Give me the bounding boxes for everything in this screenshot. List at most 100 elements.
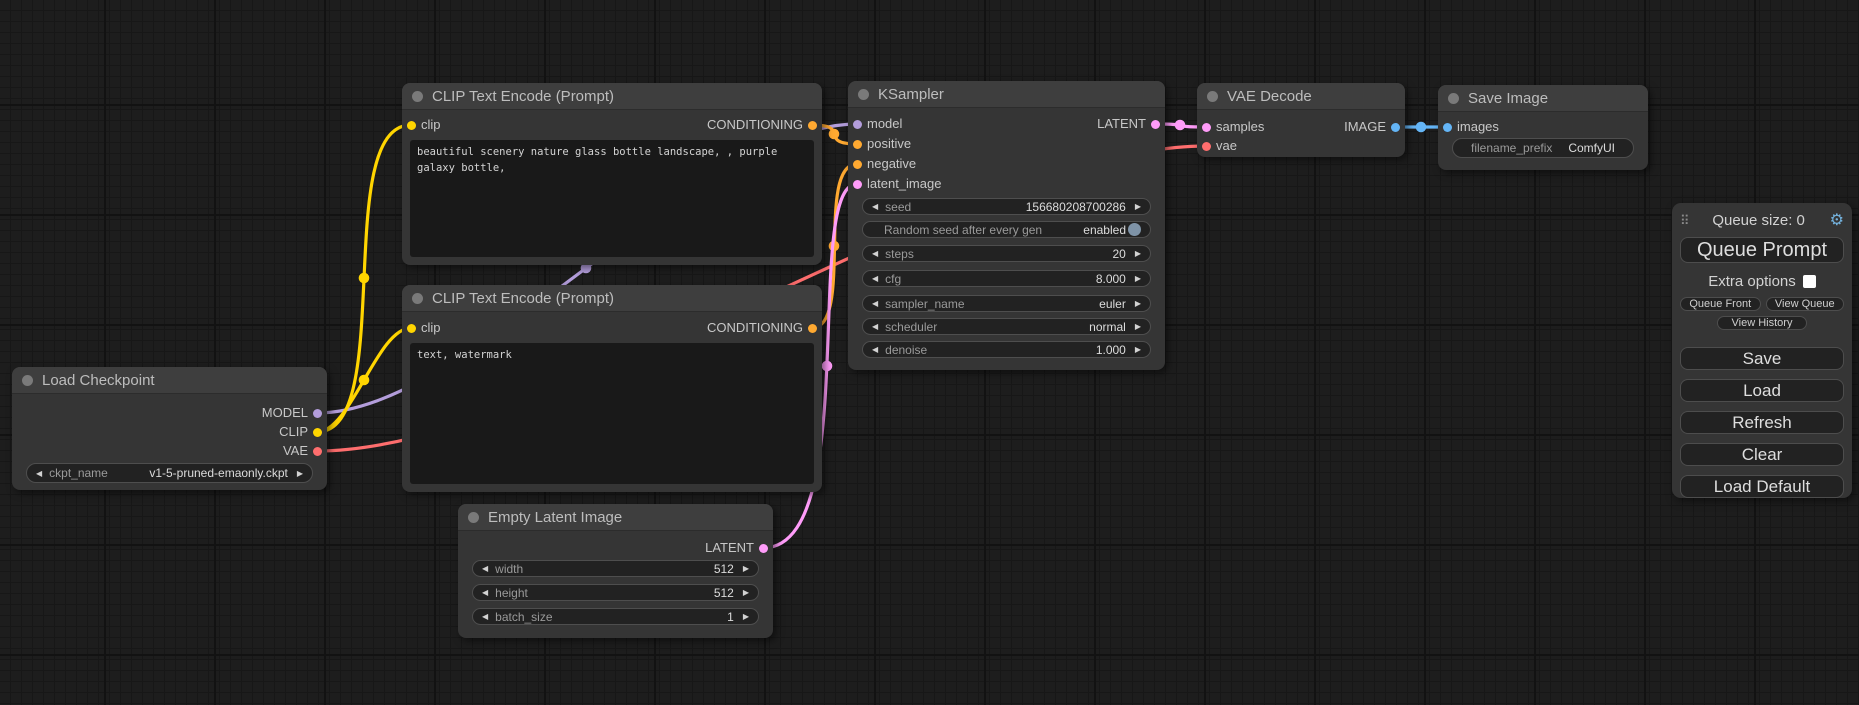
node-clip-text-encode-negative[interactable]: CLIP Text Encode (Prompt) clip CONDITIONIN… xyxy=(402,285,822,492)
input-slot-dot[interactable] xyxy=(1202,142,1211,151)
input-slot-samples[interactable]: samples xyxy=(1197,118,1264,136)
queue-front-button[interactable]: Queue Front xyxy=(1680,297,1761,311)
widget-steps[interactable]: ◀steps20▶ xyxy=(862,245,1151,262)
drag-handle-icon[interactable]: ⠿ xyxy=(1680,213,1688,229)
output-slot-dot[interactable] xyxy=(1391,123,1400,132)
decrement-arrow-icon[interactable]: ◀ xyxy=(872,249,878,258)
output-slot-image[interactable]: IMAGE xyxy=(1344,118,1405,136)
widget-scheduler[interactable]: ◀schedulernormal▶ xyxy=(862,318,1151,335)
widget-height[interactable]: ◀height512▶ xyxy=(472,584,759,601)
widget-batch_size[interactable]: ◀batch_size1▶ xyxy=(472,608,759,625)
clear-button[interactable]: Clear xyxy=(1680,443,1844,466)
input-slot-negative[interactable]: negative xyxy=(848,155,916,173)
increment-arrow-icon[interactable]: ▶ xyxy=(743,564,749,573)
widget-seed[interactable]: ◀seed156680208700286▶ xyxy=(862,198,1151,215)
input-slot-dot[interactable] xyxy=(407,121,416,130)
decrement-arrow-icon[interactable]: ◀ xyxy=(872,274,878,283)
input-slot-images[interactable]: images xyxy=(1438,118,1499,136)
output-slot-dot[interactable] xyxy=(313,409,322,418)
input-slot-dot[interactable] xyxy=(853,140,862,149)
extra-options-checkbox[interactable] xyxy=(1803,275,1816,288)
refresh-button[interactable]: Refresh xyxy=(1680,411,1844,434)
node-title-bar[interactable]: VAE Decode xyxy=(1197,83,1405,110)
input-slot-dot[interactable] xyxy=(407,324,416,333)
save-button[interactable]: Save xyxy=(1680,347,1844,370)
output-slot-latent[interactable]: LATENT xyxy=(705,539,773,557)
output-slot-dot[interactable] xyxy=(313,428,322,437)
output-slot-model[interactable]: MODEL xyxy=(262,404,327,422)
input-slot-dot[interactable] xyxy=(853,180,862,189)
output-slot-dot[interactable] xyxy=(1151,120,1160,129)
link-midpoint-dot[interactable] xyxy=(829,129,840,140)
node-title-bar[interactable]: Load Checkpoint xyxy=(12,367,327,394)
input-slot-clip[interactable]: clip xyxy=(402,319,441,337)
output-slot-latent[interactable]: LATENT xyxy=(1097,115,1165,133)
input-slot-dot[interactable] xyxy=(853,120,862,129)
view-history-button[interactable]: View History xyxy=(1717,316,1808,330)
decrement-arrow-icon[interactable]: ◀ xyxy=(482,564,488,573)
decrement-arrow-icon[interactable]: ◀ xyxy=(36,469,42,478)
decrement-arrow-icon[interactable]: ◀ xyxy=(872,322,878,331)
node-empty-latent-image[interactable]: Empty Latent Image LATENT ◀width512▶ ◀heigh… xyxy=(458,504,773,638)
load-default-button[interactable]: Load Default xyxy=(1680,475,1844,498)
increment-arrow-icon[interactable]: ▶ xyxy=(1135,202,1141,211)
widget-ckpt_name[interactable]: ◀ckpt_namev1-5-pruned-emaonly.ckpt▶ xyxy=(26,463,313,483)
widget-cfg[interactable]: ◀cfg8.000▶ xyxy=(862,270,1151,287)
decrement-arrow-icon[interactable]: ◀ xyxy=(872,345,878,354)
link-midpoint-dot[interactable] xyxy=(359,375,370,386)
input-slot-positive[interactable]: positive xyxy=(848,135,911,153)
output-slot-conditioning[interactable]: CONDITIONING xyxy=(707,116,822,134)
link-midpoint-dot[interactable] xyxy=(359,273,370,284)
output-slot-dot[interactable] xyxy=(808,324,817,333)
prompt-textarea[interactable]: text, watermark xyxy=(410,343,814,484)
link-midpoint-dot[interactable] xyxy=(1416,122,1427,133)
widget-width[interactable]: ◀width512▶ xyxy=(472,560,759,577)
load-button[interactable]: Load xyxy=(1680,379,1844,402)
link-midpoint-dot[interactable] xyxy=(829,241,840,252)
input-slot-dot[interactable] xyxy=(1202,123,1211,132)
view-queue-button[interactable]: View Queue xyxy=(1766,297,1844,311)
node-title-bar[interactable]: KSampler xyxy=(848,81,1165,108)
increment-arrow-icon[interactable]: ▶ xyxy=(1135,299,1141,308)
prompt-textarea[interactable]: beautiful scenery nature glass bottle la… xyxy=(410,140,814,257)
widget-random-seed-after-every-gen[interactable]: Random seed after every genenabled xyxy=(862,221,1151,238)
queue-prompt-button[interactable]: Queue Prompt xyxy=(1680,237,1844,263)
increment-arrow-icon[interactable]: ▶ xyxy=(743,612,749,621)
decrement-arrow-icon[interactable]: ◀ xyxy=(482,612,488,621)
widget-filename_prefix[interactable]: filename_prefixComfyUI xyxy=(1452,138,1634,158)
output-slot-dot[interactable] xyxy=(808,121,817,130)
input-slot-vae[interactable]: vae xyxy=(1197,137,1237,155)
input-slot-latent_image[interactable]: latent_image xyxy=(848,175,941,193)
decrement-arrow-icon[interactable]: ◀ xyxy=(482,588,488,597)
node-title-bar[interactable]: Empty Latent Image xyxy=(458,504,773,531)
gear-icon[interactable]: ⚙ xyxy=(1830,213,1844,229)
link-midpoint-dot[interactable] xyxy=(822,361,833,372)
widget-denoise[interactable]: ◀denoise1.000▶ xyxy=(862,341,1151,358)
input-slot-model[interactable]: model xyxy=(848,115,902,133)
increment-arrow-icon[interactable]: ▶ xyxy=(1135,249,1141,258)
increment-arrow-icon[interactable]: ▶ xyxy=(297,469,303,478)
decrement-arrow-icon[interactable]: ◀ xyxy=(872,202,878,211)
output-slot-conditioning[interactable]: CONDITIONING xyxy=(707,319,822,337)
node-title-bar[interactable]: CLIP Text Encode (Prompt) xyxy=(402,83,822,110)
output-slot-dot[interactable] xyxy=(313,447,322,456)
link-midpoint-dot[interactable] xyxy=(1175,120,1186,131)
node-vae-decode[interactable]: VAE Decode samplesvae IMAGE xyxy=(1197,83,1405,157)
toggle-knob-icon[interactable] xyxy=(1128,223,1141,236)
input-slot-dot[interactable] xyxy=(853,160,862,169)
increment-arrow-icon[interactable]: ▶ xyxy=(1135,322,1141,331)
increment-arrow-icon[interactable]: ▶ xyxy=(1135,274,1141,283)
output-slot-dot[interactable] xyxy=(759,544,768,553)
increment-arrow-icon[interactable]: ▶ xyxy=(743,588,749,597)
increment-arrow-icon[interactable]: ▶ xyxy=(1135,345,1141,354)
node-title-bar[interactable]: CLIP Text Encode (Prompt) xyxy=(402,285,822,312)
node-save-image[interactable]: Save Image images filename_prefixComfyUI xyxy=(1438,85,1648,170)
output-slot-clip[interactable]: CLIP xyxy=(279,423,327,441)
input-slot-dot[interactable] xyxy=(1443,123,1452,132)
output-slot-vae[interactable]: VAE xyxy=(283,442,327,460)
decrement-arrow-icon[interactable]: ◀ xyxy=(872,299,878,308)
node-title-bar[interactable]: Save Image xyxy=(1438,85,1648,112)
node-ksampler[interactable]: KSampler model positive negative latent_imag… xyxy=(848,81,1165,370)
graph-canvas[interactable]: Load Checkpoint MODELCLIPVAE ◀ckpt_namev1-… xyxy=(0,0,1859,705)
input-slot-clip[interactable]: clip xyxy=(402,116,441,134)
